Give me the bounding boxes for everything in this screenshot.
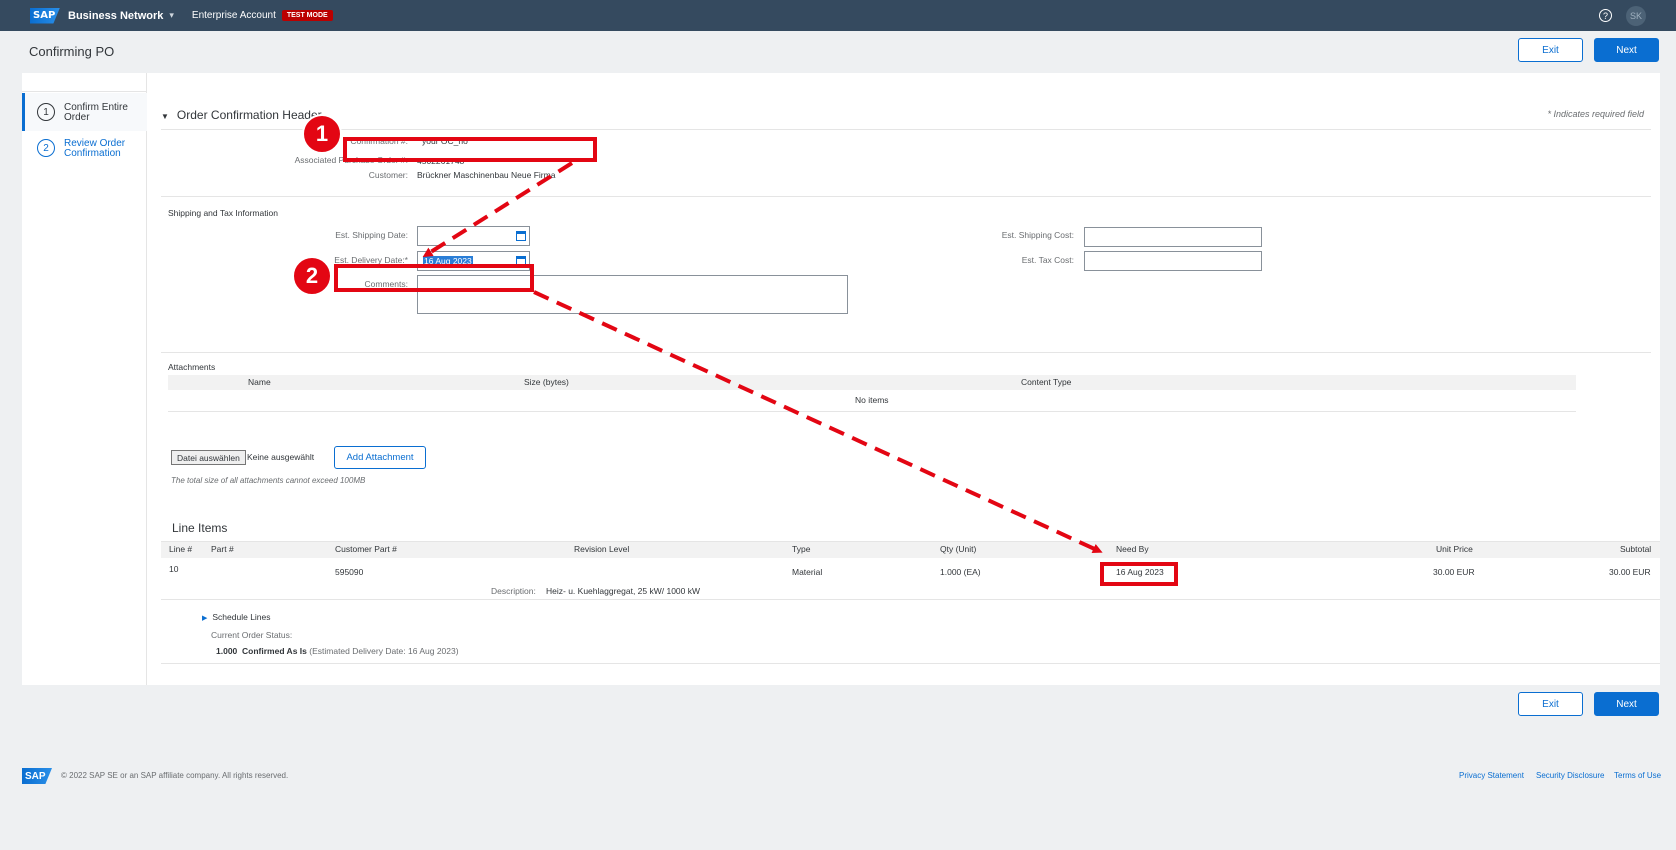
customer-value: Brückner Maschinenbau Neue Firma [417, 170, 556, 180]
status-value: Confirmed As Is [242, 646, 307, 656]
main-card: 1 Confirm Entire Order 2 Review Order Co… [22, 73, 1660, 685]
step-number: 1 [37, 103, 55, 121]
shipping-title: Shipping and Tax Information [168, 208, 278, 218]
column-type: Type [792, 544, 811, 554]
ship-cost-label: Est. Shipping Cost: [1001, 230, 1074, 240]
ship-date-label: Est. Shipping Date: [335, 230, 408, 240]
terms-link[interactable]: Terms of Use [1614, 771, 1661, 780]
type-value: Material [792, 567, 823, 577]
column-qty: Qty (Unit) [940, 544, 977, 554]
schedule-lines-label: Schedule Lines [212, 612, 271, 622]
attachments-table-header: Name Size (bytes) Content Type [168, 375, 1576, 390]
divider [161, 129, 1651, 130]
annotation-badge-1: 1 [302, 114, 342, 154]
annotation-box-delivery-date [334, 264, 534, 292]
step-label: Review Order Confirmation [64, 138, 126, 159]
qty-value: 1.000 (EA) [940, 567, 981, 577]
divider [161, 196, 1651, 197]
description-value: Heiz- u. Kuehlaggregat, 25 kW/ 1000 kW [546, 586, 701, 596]
next-button-top[interactable]: Next [1594, 38, 1659, 62]
file-status: Keine ausgewählt [247, 452, 315, 462]
column-customer-part: Customer Part # [335, 544, 397, 554]
annotation-badge-2: 2 [292, 256, 332, 296]
exit-button-bottom[interactable]: Exit [1518, 692, 1583, 716]
triangle-down-icon: ▼ [161, 112, 169, 121]
tax-cost-input[interactable] [1084, 251, 1262, 271]
chevron-down-icon[interactable]: ▾ [169, 10, 174, 21]
column-unit-price: Unit Price [1436, 544, 1473, 554]
status-label: Current Order Status: [211, 630, 293, 640]
divider [161, 663, 1660, 664]
column-subtotal: Subtotal [1620, 544, 1652, 554]
subtotal-value: 30.00 EUR [1609, 567, 1651, 577]
step-number: 2 [37, 139, 55, 157]
page-title: Confirming PO [29, 44, 115, 59]
attachments-title: Attachments [168, 362, 216, 372]
calendar-icon[interactable] [516, 231, 526, 241]
copyright: © 2022 SAP SE or an SAP affiliate compan… [61, 771, 289, 780]
column-line: Line # [169, 544, 193, 554]
divider [168, 411, 1576, 412]
add-attachment-button[interactable]: Add Attachment [334, 446, 426, 469]
product-name[interactable]: Business Network [68, 10, 163, 22]
status-qty: 1.000 [216, 646, 238, 656]
order-status: 1.000 Confirmed As Is (Estimated Deliver… [216, 646, 459, 656]
annotation-box-need-by [1100, 562, 1178, 586]
section-title: Order Confirmation Header [176, 108, 322, 122]
order-confirmation-header-toggle[interactable]: ▼ Order Confirmation Header [161, 108, 322, 122]
description-label: Description: [491, 586, 536, 596]
triangle-right-icon: ▶ [202, 615, 208, 622]
tax-cost-label: Est. Tax Cost: [1021, 255, 1074, 265]
choose-file-button[interactable]: Datei auswählen [171, 450, 246, 465]
required-note: * Indicates required field [1547, 109, 1644, 119]
attachments-empty: No items [855, 395, 889, 405]
line-items-title: Line Items [172, 521, 228, 535]
step-confirm-entire-order[interactable]: 1 Confirm Entire Order [22, 93, 147, 131]
column-name: Name [248, 377, 271, 387]
line-number: 10 [169, 564, 179, 574]
customer-label: Customer: [368, 170, 408, 180]
annotation-box-confirmation [343, 137, 597, 162]
unit-price-value: 30.00 EUR [1433, 567, 1475, 577]
security-link[interactable]: Security Disclosure [1536, 771, 1604, 780]
next-button-bottom[interactable]: Next [1594, 692, 1659, 716]
privacy-link[interactable]: Privacy Statement [1459, 771, 1524, 780]
step-label: Confirm Entire Order [64, 102, 128, 123]
help-icon[interactable]: ? [1599, 9, 1612, 22]
divider [22, 91, 147, 92]
divider [161, 599, 1660, 600]
test-mode-badge: TEST MODE [281, 10, 333, 21]
account-name: Enterprise Account [191, 10, 276, 21]
exit-button-top[interactable]: Exit [1518, 38, 1583, 62]
step-review-order-confirmation[interactable]: 2 Review Order Confirmation [22, 139, 147, 169]
ship-date-input[interactable] [417, 226, 530, 246]
column-size: Size (bytes) [524, 377, 569, 387]
sap-logo[interactable]: SAP [30, 7, 60, 24]
column-part: Part # [211, 544, 234, 554]
column-need-by: Need By [1116, 544, 1149, 554]
shell-bar: SAP Business Network ▾ Enterprise Accoun… [0, 0, 1676, 31]
column-revision: Revision Level [574, 544, 630, 554]
column-content-type: Content Type [1021, 377, 1072, 387]
schedule-lines-toggle[interactable]: ▶ Schedule Lines [202, 612, 271, 622]
divider [161, 352, 1651, 353]
sap-footer-logo: SAP [22, 768, 52, 784]
step-navigation: 1 Confirm Entire Order 2 Review Order Co… [22, 73, 147, 685]
customer-part-value: 595090 [335, 567, 364, 577]
avatar[interactable]: SK [1626, 5, 1646, 26]
line-items-header: Line # Part # Customer Part # Revision L… [161, 541, 1660, 558]
status-detail: (Estimated Delivery Date: 16 Aug 2023) [309, 646, 459, 656]
attachment-size-hint: The total size of all attachments cannot… [171, 476, 366, 485]
ship-cost-input[interactable] [1084, 227, 1262, 247]
